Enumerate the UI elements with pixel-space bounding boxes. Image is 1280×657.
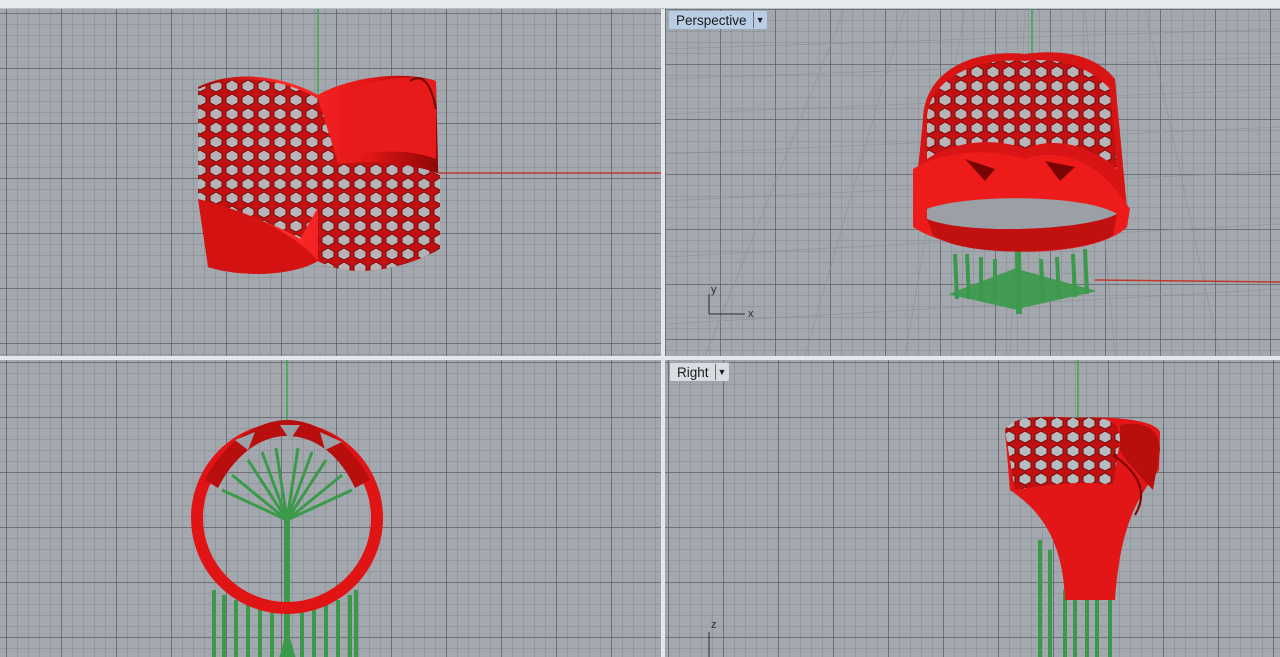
viewport-splitter-horizontal[interactable]: [0, 356, 1280, 360]
perspective-grid: y x: [665, 9, 1280, 356]
support-structure: [212, 447, 358, 657]
perspective-viewport-tab[interactable]: Perspective ▼: [669, 11, 767, 29]
right-viewport-tab[interactable]: Right ▼: [669, 362, 730, 382]
viewport-right[interactable]: z Right ▼: [665, 360, 1280, 657]
right-viewport-title: Right: [677, 364, 709, 380]
x-axis-line: [1094, 279, 1280, 283]
top-view-scene: [198, 9, 661, 274]
axis-indicator: z: [708, 619, 717, 657]
viewport-front[interactable]: [0, 360, 661, 657]
ring-model-perspective[interactable]: [913, 52, 1130, 252]
viewport-top[interactable]: [0, 9, 661, 356]
axis-z-label: z: [711, 619, 717, 631]
axis-y-label: y: [711, 284, 717, 296]
dropdown-arrow-icon[interactable]: ▼: [752, 12, 767, 28]
perspective-viewport-title: Perspective: [676, 12, 747, 28]
top-toolbar-strip: [0, 0, 1280, 9]
axis-x-label: x: [748, 308, 754, 320]
viewport-splitter-vertical[interactable]: [661, 9, 665, 657]
ring-model-top[interactable]: [198, 75, 440, 274]
dropdown-arrow-icon[interactable]: ▼: [714, 364, 729, 380]
front-view-scene: [191, 360, 383, 657]
viewport-perspective[interactable]: y x Perspective ▼: [665, 9, 1280, 356]
ring-model-right[interactable]: [1005, 416, 1160, 600]
right-view-scene: z: [708, 360, 1160, 657]
